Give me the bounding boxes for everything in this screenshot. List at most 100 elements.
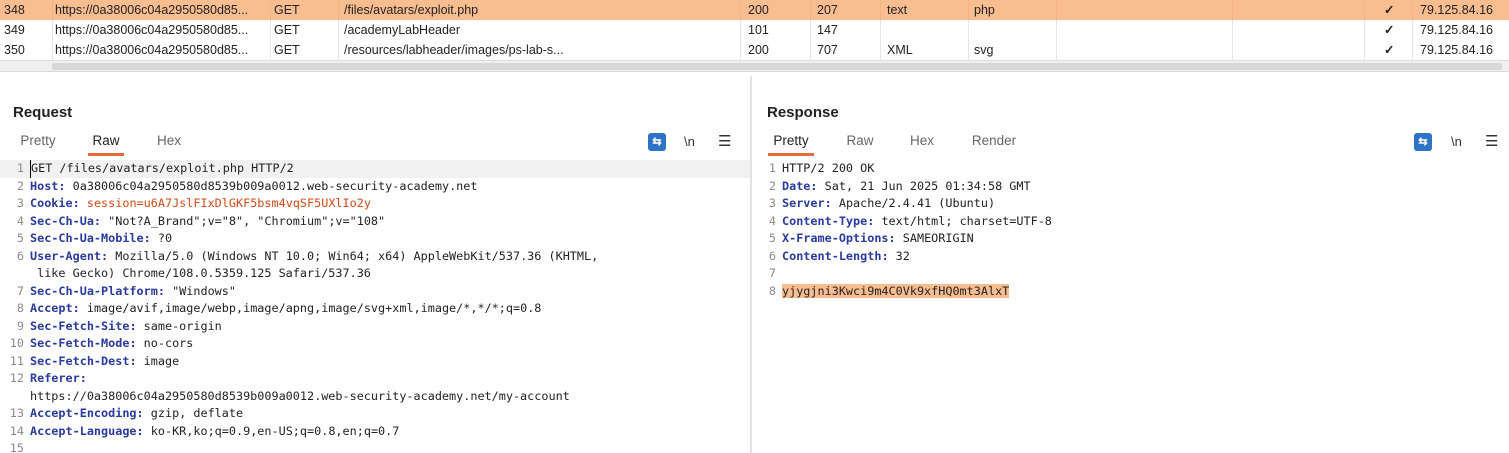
line-number: 2 — [768, 178, 776, 193]
cell-ext: php — [974, 3, 995, 17]
header-value: 0a38006c04a2950580d8539b009a0012.web-sec… — [72, 178, 478, 193]
cell-method: GET — [274, 23, 300, 37]
header-name: Content-Length — [782, 248, 882, 263]
line-number: 11 — [9, 353, 24, 368]
header-name: Server — [782, 196, 825, 210]
hamburger-menu-icon[interactable]: ☰ — [1485, 133, 1498, 151]
cell-tls: ✓ — [1384, 43, 1395, 57]
wrap-lines-icon[interactable]: ⇆ — [1414, 133, 1432, 151]
table-row[interactable]: 349 https://0a38006c04a2950580d85... GET/a… — [0, 20, 1509, 40]
header-value: "Not?A_Brand";v="8", "Chromium";v="108" — [108, 213, 386, 228]
header-separator: : — [881, 248, 896, 263]
header-value: Mozilla/5.0 (Windows NT 10.0; Win64; x64… — [115, 248, 599, 263]
code-line: 2 Host: 0a38006c04a2950580d8539b009a0012.… — [0, 178, 750, 196]
line-number: 1 — [768, 161, 776, 175]
code-line: https://0a38006c04a2950580d8539b009a0012… — [0, 388, 750, 406]
newline-toggle[interactable]: \n — [684, 133, 695, 151]
table-row[interactable]: 348 https://0a38006c04a2950580d85... GET/f… — [0, 0, 1509, 20]
tab-pretty[interactable]: Pretty — [768, 132, 814, 156]
header-value: same-origin — [143, 318, 222, 333]
header-value: ko-KR,ko;q=0.9,en-US;q=0.8,en;q=0.7 — [150, 423, 400, 438]
newline-toggle[interactable]: \n — [1451, 133, 1462, 151]
header-separator: : — [824, 196, 839, 210]
line-number: 15 — [9, 441, 24, 453]
wrap-lines-icon[interactable]: ⇆ — [648, 133, 666, 151]
table-row[interactable]: 350 https://0a38006c04a2950580d85... GET/r… — [0, 40, 1509, 60]
header-separator: : — [58, 178, 73, 193]
line-number: 3 — [768, 196, 776, 210]
header-value: gzip, deflate — [150, 406, 244, 420]
code-line: 6 User-Agent: Mozilla/5.0 (Windows NT 10.… — [0, 248, 750, 266]
header-value: ?0 — [157, 231, 173, 245]
cell-tls: ✓ — [1384, 3, 1395, 17]
line-text: Accept-Language: ko-KR,ko;q=0.9,en-US;q=… — [30, 423, 399, 441]
cell-mime: text — [887, 3, 908, 17]
line-number: 9 — [16, 318, 24, 333]
header-value: like Gecko) Chrome/108.0.5359.125 Safari… — [30, 266, 371, 280]
code-line: 4 Content-Type: text/html; charset=UTF-8 — [752, 213, 1509, 231]
cell-url: /files/avatars/exploit.php — [344, 3, 479, 17]
response-editor[interactable]: 1 HTTP/2 200 OK 2 Date: Sat, 21 Jun 2025 01… — [752, 160, 1509, 453]
header-name: Accept — [30, 301, 73, 315]
highlighted-token: yjygjni3Kwci9m4C0Vk9xfHQ0mt3AlxT — [782, 283, 1010, 298]
cell-length: 207 — [817, 3, 838, 17]
line-text: Sec-Ch-Ua-Platform: "Windows" — [30, 283, 236, 301]
line-text: Server: Apache/2.4.41 (Ubuntu) — [782, 195, 995, 213]
header-value: session=u6A7JslFIxDlGKF5bsm4vqSF5UXlIo2y — [86, 196, 371, 210]
code-line: 9 Sec-Fetch-Site: same-origin — [0, 318, 750, 336]
header-name: User-Agent — [30, 248, 102, 263]
http-history-table: 348 https://0a38006c04a2950580d85... GET/f… — [0, 0, 1509, 62]
header-separator: : — [867, 213, 882, 228]
line-number: 6 — [16, 248, 24, 263]
tab-hex[interactable]: Hex — [156, 132, 182, 156]
line-text: Cookie: session=u6A7JslFIxDlGKF5bsm4vqSF… — [30, 195, 371, 213]
line-text: HTTP/2 200 OK — [782, 160, 874, 178]
header-name: Referer — [30, 371, 80, 385]
tab-render[interactable]: Render — [971, 132, 1017, 156]
scrollbar-thumb[interactable] — [52, 63, 1502, 70]
header-value: GET /files/avatars/exploit.php HTTP/2 — [31, 161, 294, 175]
line-number: 10 — [9, 336, 24, 350]
header-value: Apache/2.4.41 (Ubuntu) — [838, 196, 996, 210]
header-separator: : — [79, 371, 87, 385]
tab-raw[interactable]: Raw — [846, 132, 874, 156]
code-line: 11 Sec-Fetch-Dest: image — [0, 353, 750, 371]
code-line: 4 Sec-Ch-Ua: "Not?A_Brand";v="8", "Chromi… — [0, 213, 750, 231]
header-value: no-cors — [143, 336, 194, 350]
cell-ip: 79.125.84.16 — [1420, 3, 1493, 17]
code-line: 2 Date: Sat, 21 Jun 2025 01:34:58 GMT — [752, 178, 1509, 196]
tab-raw[interactable]: Raw — [88, 132, 124, 156]
line-number: 1 — [16, 161, 24, 175]
response-tools: ⇆ \n ☰ — [1414, 133, 1504, 153]
code-line: 5 X-Frame-Options: SAMEORIGIN — [752, 230, 1509, 248]
code-line: 15 — [0, 440, 750, 453]
hamburger-menu-icon[interactable]: ☰ — [718, 133, 731, 151]
header-name: Sec-Ch-Ua-Platform — [30, 283, 158, 298]
line-number: 8 — [16, 301, 24, 315]
request-editor[interactable]: 1 GET /files/avatars/exploit.php HTTP/2 2 H… — [0, 160, 750, 453]
line-text: Sec-Fetch-Mode: no-cors — [30, 335, 193, 353]
line-text: Content-Type: text/html; charset=UTF-8 — [782, 213, 1052, 231]
code-line: like Gecko) Chrome/108.0.5359.125 Safari… — [0, 265, 750, 283]
line-text: Content-Length: 32 — [782, 248, 910, 266]
line-text: Sec-Ch-Ua-Mobile: ?0 — [30, 230, 172, 248]
history-horizontal-scrollbar[interactable] — [0, 60, 1509, 72]
cell-host: https://0a38006c04a2950580d85... — [55, 43, 249, 57]
line-number: 7 — [16, 283, 24, 298]
line-text: Accept-Encoding: gzip, deflate — [30, 405, 243, 423]
cell-ip: 79.125.84.16 — [1420, 43, 1493, 57]
tab-pretty[interactable]: Pretty — [19, 132, 57, 156]
line-text: Referer: — [30, 370, 87, 388]
header-name: Sec-Ch-Ua — [30, 213, 94, 228]
header-value: image — [143, 353, 180, 368]
header-separator: : — [143, 231, 158, 245]
cell-num: 350 — [4, 43, 25, 57]
line-text: Sec-Ch-Ua: "Not?A_Brand";v="8", "Chromiu… — [30, 213, 385, 231]
code-line: 8 Accept: image/avif,image/webp,image/apn… — [0, 300, 750, 318]
code-line: 12 Referer: — [0, 370, 750, 388]
line-number: 5 — [16, 231, 24, 245]
cell-method: GET — [274, 43, 300, 57]
line-text: Date: Sat, 21 Jun 2025 01:34:58 GMT — [782, 178, 1031, 196]
cell-status: 200 — [748, 3, 769, 17]
tab-hex[interactable]: Hex — [909, 132, 935, 156]
